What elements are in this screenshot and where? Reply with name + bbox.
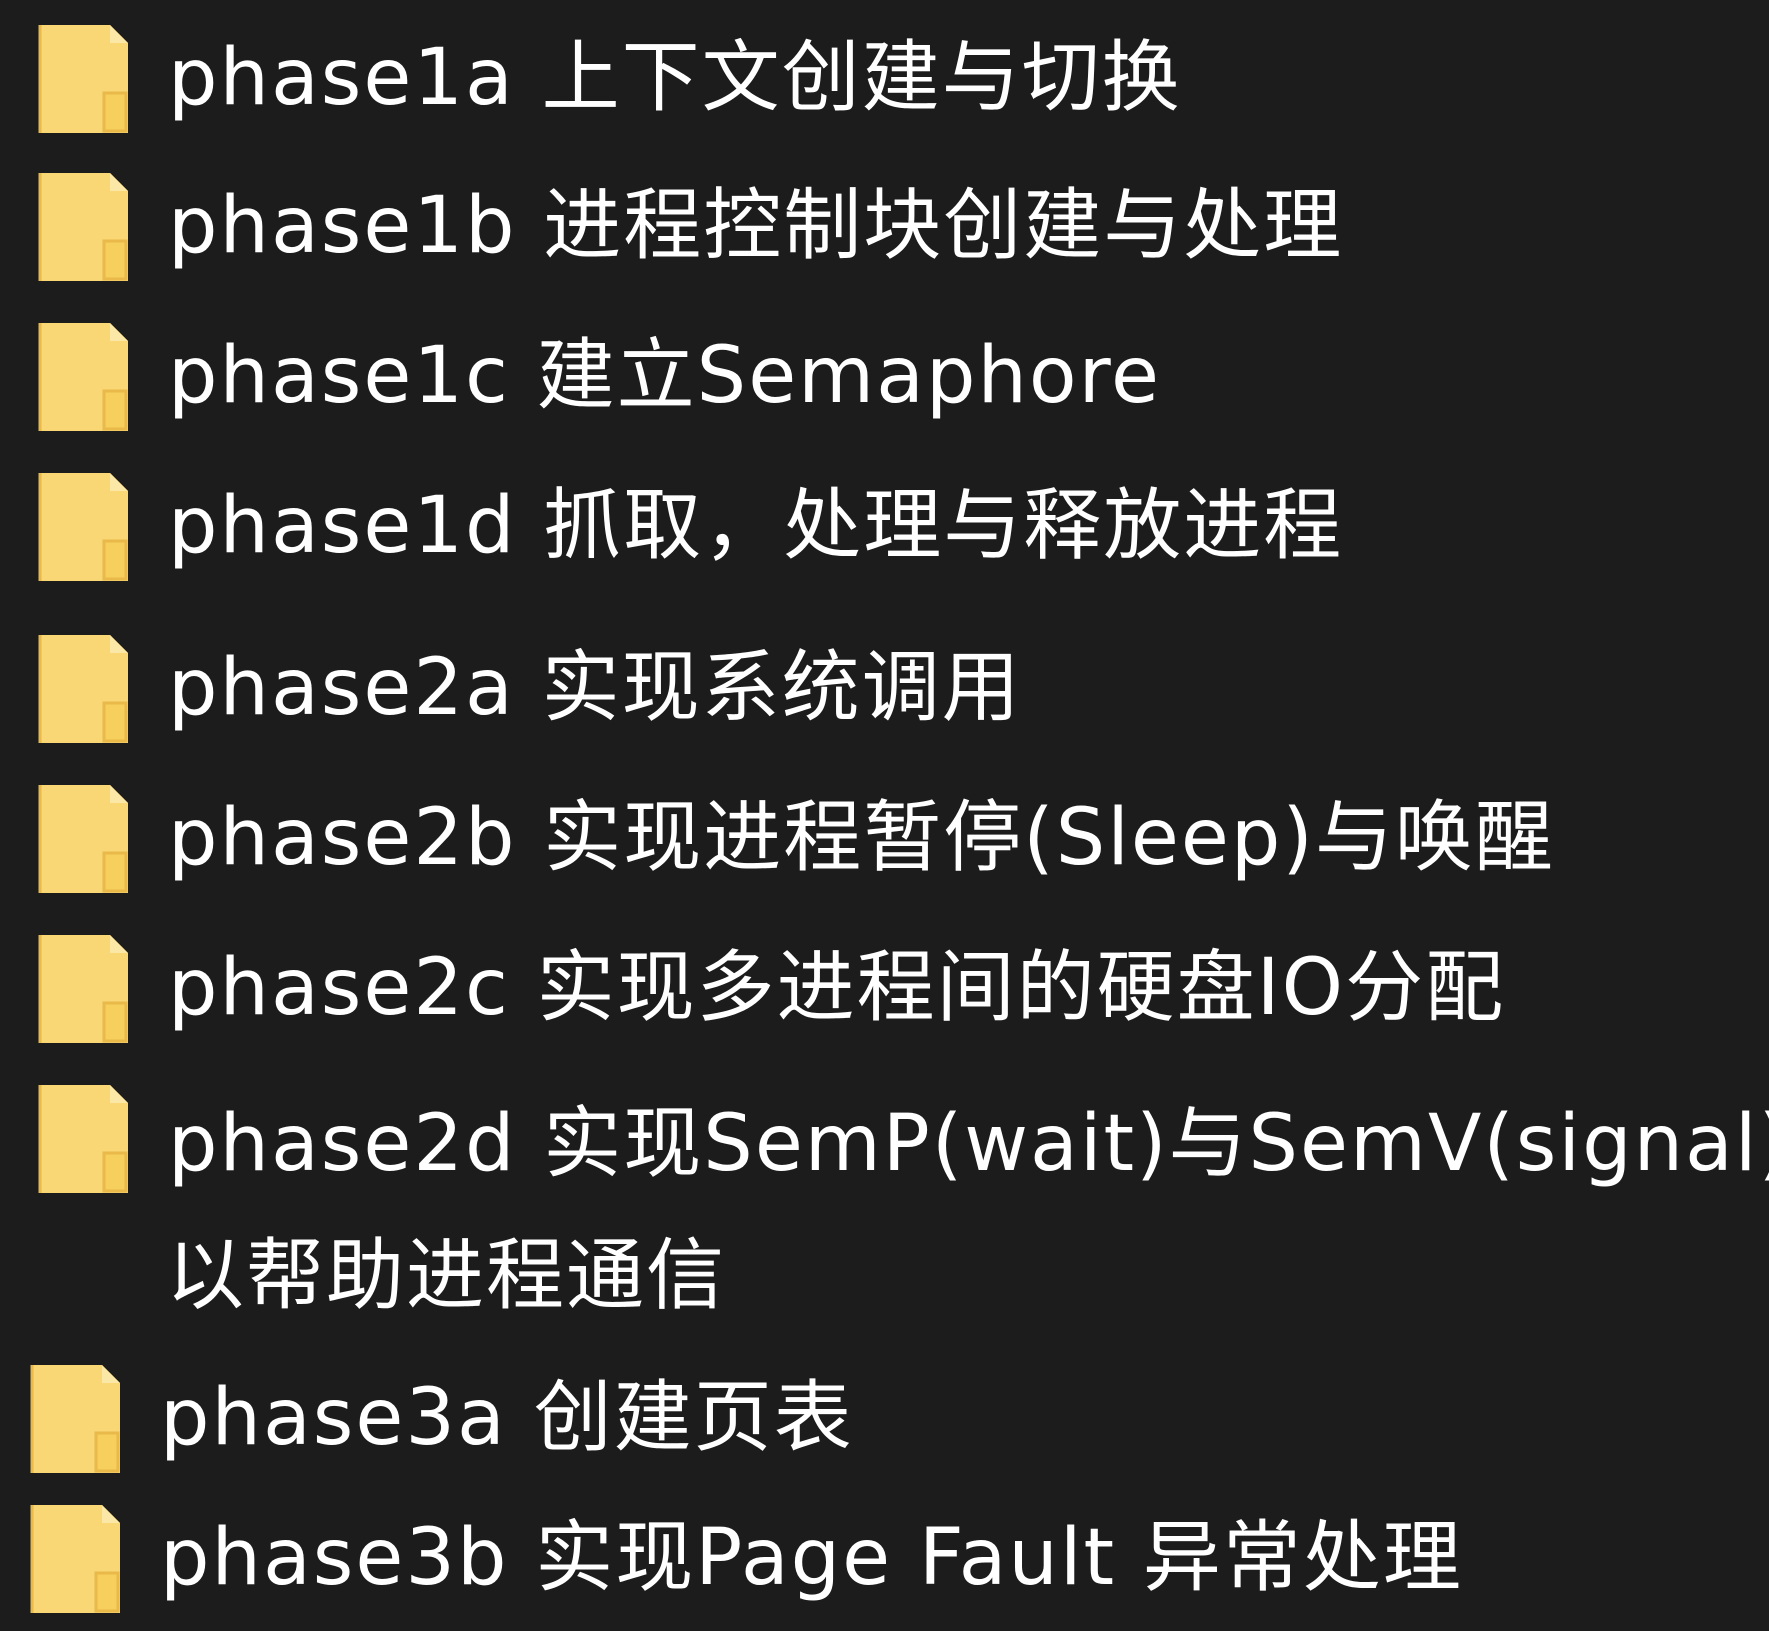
folder-icon [38,171,130,283]
folder-name: phase1a 上下文创建与切换 [168,33,1182,123]
folder-item-phase1b[interactable]: phase1b 进程控制块创建与处理 [0,148,1769,296]
folder-icon [38,471,130,583]
folder-icon [30,1503,122,1615]
folder-name: phase3a 创建页表 [160,1373,854,1463]
folder-name-line1: phase2d 实现SemP(wait)与SemV(signal) [168,1099,1769,1189]
folder-item-phase1c[interactable]: phase1c 建立Semaphore [0,298,1769,446]
folder-name: phase1c 建立Semaphore [168,331,1161,421]
folder-icon [38,1083,130,1195]
folder-icon [38,321,130,433]
folder-name: phase1d 抓取，处理与释放进程 [168,481,1344,571]
folder-item-phase2c[interactable]: phase2c 实现多进程间的硬盘IO分配 [0,910,1769,1058]
folder-icon [38,933,130,1045]
folder-icon [30,1363,122,1475]
folder-name: phase2c 实现多进程间的硬盘IO分配 [168,943,1506,1033]
folder-name: phase3b 实现Page Fault 异常处理 [160,1513,1463,1603]
folder-item-phase2a[interactable]: phase2a 实现系统调用 [0,610,1769,758]
folder-icon [38,633,130,745]
folder-icon [38,783,130,895]
folder-item-phase1a[interactable]: phase1a 上下文创建与切换 [0,0,1769,148]
folder-name-line2: 以帮助进程通信 [166,1231,727,1321]
folder-item-phase2d[interactable]: phase2d 实现SemP(wait)与SemV(signal) 以帮助进程通… [0,1060,1769,1350]
folder-item-phase3a[interactable]: phase3a 创建页表 [0,1340,1769,1488]
folder-name: phase2b 实现进程暂停(Sleep)与唤醒 [168,793,1555,883]
folder-item-phase1d[interactable]: phase1d 抓取，处理与释放进程 [0,448,1769,596]
folder-icon [38,23,130,135]
folder-item-phase3b[interactable]: phase3b 实现Page Fault 异常处理 [0,1480,1769,1628]
folder-list: phase1a 上下文创建与切换 phase1b 进程控制块创建与处理 phas… [0,0,1769,1631]
folder-name: phase2d 实现SemP(wait)与SemV(signal) 以帮助进程通… [166,1078,1769,1342]
folder-name: phase1b 进程控制块创建与处理 [168,181,1344,271]
folder-item-phase2b[interactable]: phase2b 实现进程暂停(Sleep)与唤醒 [0,760,1769,908]
folder-name: phase2a 实现系统调用 [168,643,1022,733]
